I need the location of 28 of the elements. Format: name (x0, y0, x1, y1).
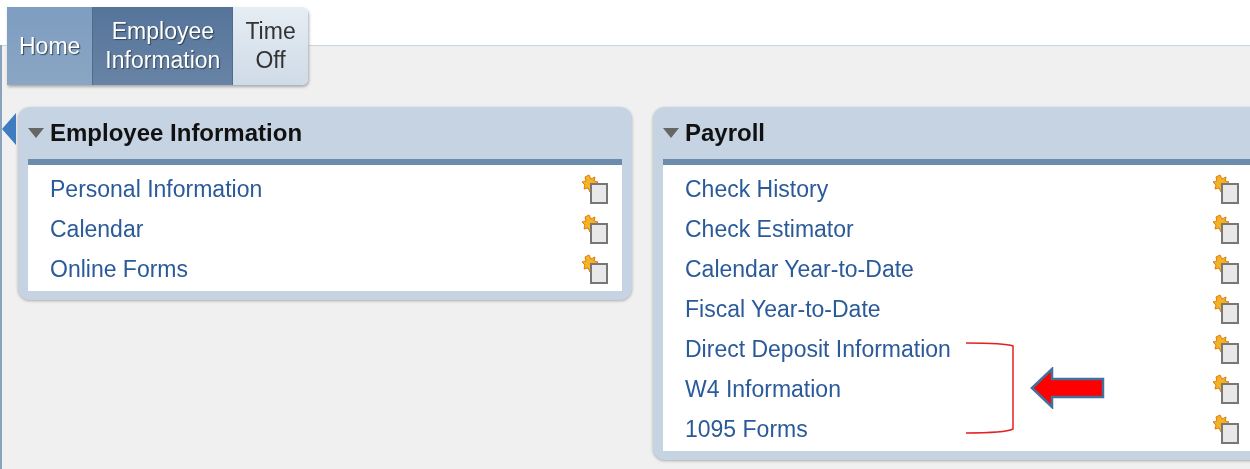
menu-link[interactable]: Calendar (50, 215, 144, 243)
form-icon[interactable] (1211, 413, 1241, 445)
panel-title: Payroll (685, 119, 766, 147)
form-icon[interactable] (1211, 213, 1241, 245)
menu-link[interactable]: Check Estimator (685, 215, 854, 243)
form-icon[interactable] (1211, 173, 1241, 205)
nav-tab[interactable]: Time Off (233, 7, 308, 85)
form-icon[interactable] (580, 213, 610, 245)
form-icon[interactable] (1211, 333, 1241, 365)
nav-tab[interactable]: Employee Information (93, 7, 234, 85)
caret-icon[interactable] (28, 128, 44, 138)
form-icon[interactable] (580, 253, 610, 285)
menu-link[interactable]: Calendar Year-to-Date (685, 255, 914, 283)
menu-link[interactable]: Personal Information (50, 175, 263, 203)
form-icon[interactable] (1211, 373, 1241, 405)
form-icon[interactable] (1211, 253, 1241, 285)
menu-link[interactable]: Check History (685, 175, 829, 203)
menu-link[interactable]: W4 Information (685, 375, 841, 403)
menu-link[interactable]: 1095 Forms (685, 415, 808, 443)
panel-title: Employee Information (50, 119, 303, 147)
menu-link[interactable]: Online Forms (50, 255, 189, 283)
collapse-icon[interactable] (2, 113, 16, 145)
menu-link[interactable]: Direct Deposit Information (685, 335, 951, 363)
menu-link[interactable]: Fiscal Year-to-Date (685, 295, 881, 323)
arrow-icon (1030, 367, 1106, 409)
form-icon[interactable] (580, 173, 610, 205)
form-icon[interactable] (1211, 293, 1241, 325)
caret-icon[interactable] (663, 128, 679, 138)
